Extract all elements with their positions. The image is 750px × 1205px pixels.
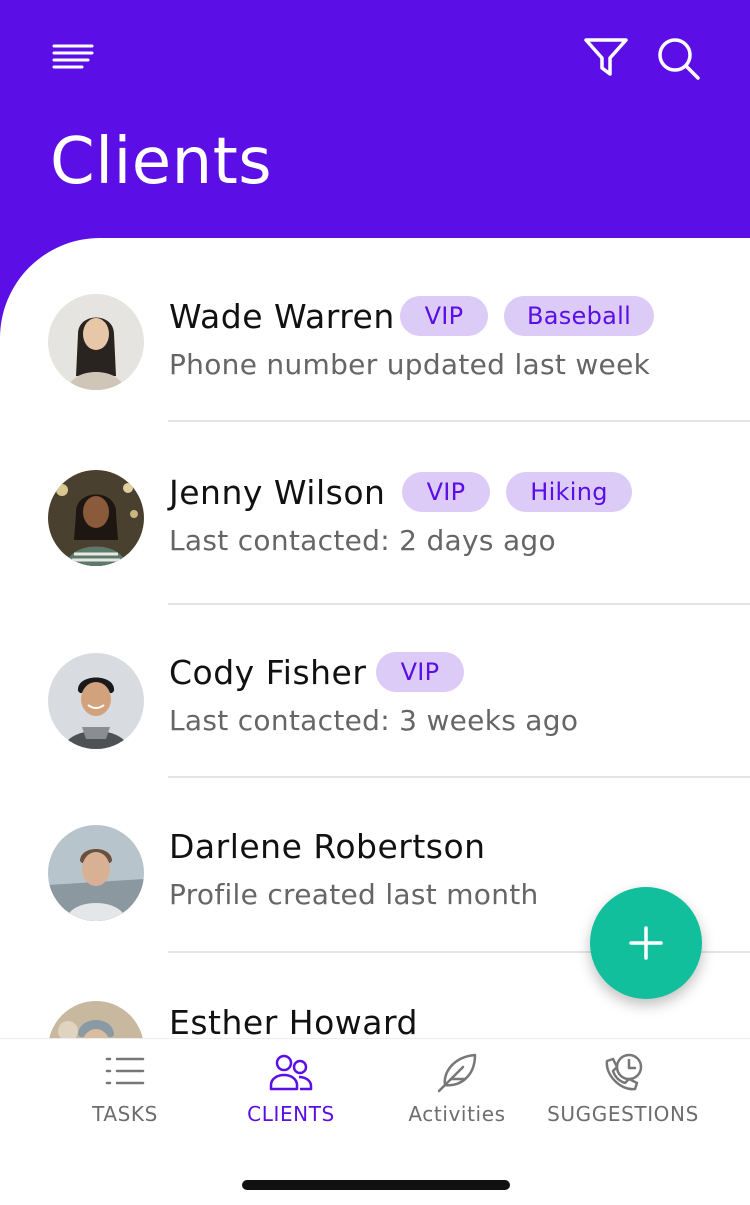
list-item[interactable]: Jenny Wilson VIP Hiking Last contacted: …	[0, 422, 750, 605]
client-name: Wade Warren	[169, 297, 395, 336]
page-title: Clients	[50, 125, 273, 199]
tag-badge: Baseball	[504, 296, 654, 336]
tab-tasks[interactable]: TASKS	[42, 1039, 208, 1139]
list-icon	[105, 1057, 145, 1085]
phone-clock-icon	[605, 1053, 643, 1091]
list-item[interactable]: Cody Fisher VIP Last contacted: 3 weeks …	[0, 605, 750, 778]
tag-badge: VIP	[376, 652, 464, 692]
people-icon	[269, 1054, 313, 1091]
tab-label: CLIENTS	[247, 1102, 335, 1126]
menu-button[interactable]	[52, 40, 94, 76]
filter-icon	[584, 38, 628, 76]
plus-icon	[629, 926, 663, 960]
content-sheet: Wade Warren VIP Baseball Phone number up…	[0, 238, 750, 1205]
feather-icon	[437, 1053, 477, 1093]
avatar	[48, 470, 144, 566]
avatar	[48, 653, 144, 749]
avatar	[48, 825, 144, 921]
filter-button[interactable]	[582, 36, 630, 80]
tab-label: Activities	[408, 1102, 506, 1126]
client-name: Darlene Robertson	[169, 827, 486, 866]
client-name: Cody Fisher	[169, 653, 367, 692]
tag-badge: VIP	[400, 296, 488, 336]
menu-icon	[52, 44, 94, 69]
tag-badge: VIP	[402, 472, 490, 512]
tab-label: TASKS	[92, 1102, 158, 1126]
search-button[interactable]	[654, 36, 702, 80]
add-client-button[interactable]	[590, 887, 702, 999]
tab-clients[interactable]: CLIENTS	[208, 1039, 374, 1139]
client-status: Last contacted: 3 weeks ago	[169, 704, 579, 737]
tab-label: SUGGESTIONS	[547, 1102, 699, 1126]
bottom-tab-bar: TASKS CLIENTS Activities SUGGESTIONS	[0, 1038, 750, 1205]
search-icon	[658, 38, 700, 80]
list-item[interactable]: Wade Warren VIP Baseball Phone number up…	[0, 238, 750, 422]
client-status: Phone number updated last week	[169, 348, 651, 381]
client-status: Last contacted: 2 days ago	[169, 524, 556, 557]
client-name: Esther Howard	[169, 1003, 418, 1042]
avatar	[48, 294, 144, 390]
home-indicator	[242, 1180, 510, 1190]
tag-badge: Hiking	[506, 472, 632, 512]
tab-suggestions[interactable]: SUGGESTIONS	[540, 1039, 706, 1139]
client-status: Profile created last month	[169, 878, 539, 911]
tab-activities[interactable]: Activities	[374, 1039, 540, 1139]
client-name: Jenny Wilson	[169, 473, 386, 512]
